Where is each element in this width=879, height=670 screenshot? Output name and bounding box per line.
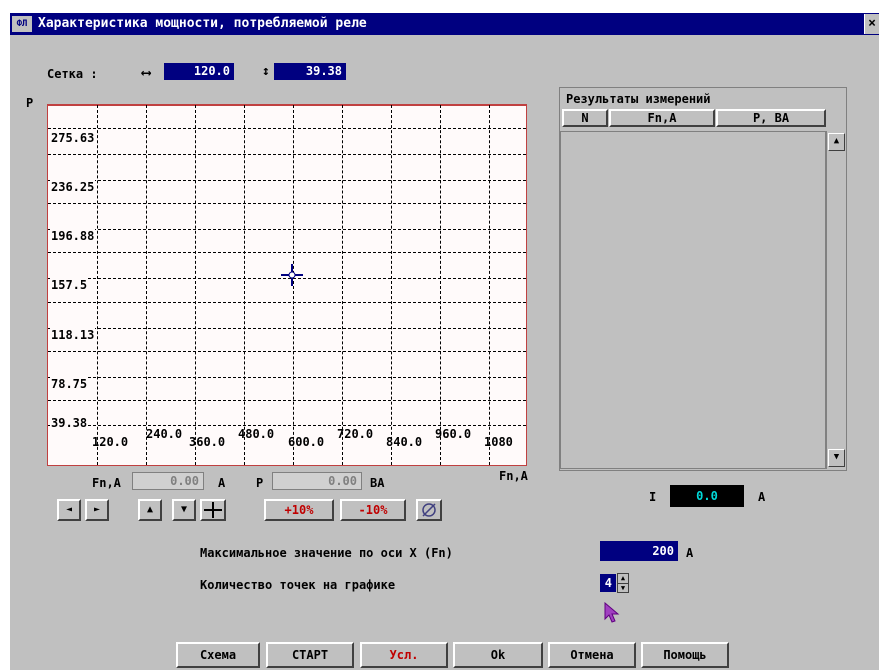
crosshair-cursor-icon [281,264,303,286]
grid-toggle-button[interactable] [200,499,226,521]
zoom-out-10-button[interactable]: -10% [340,499,406,521]
grid-vline [195,105,196,465]
p-readout-value: 0.00 [272,472,362,490]
ok-button[interactable]: Ok [453,642,543,668]
fn-readout-value: 0.00 [132,472,204,490]
x-tick-label: 360.0 [189,435,226,449]
x-tick-label: 120.0 [92,435,129,449]
x-axis-name: Fn,A [499,469,528,483]
current-value: 0.0 [670,485,744,507]
grid-vline [489,105,490,465]
grid-hline [48,128,526,129]
cancel-button[interactable]: Отмена [548,642,636,668]
zoom-out-label: -10% [358,503,388,517]
x-tick-label: 720.0 [337,427,374,441]
grid-hline [48,400,526,401]
spinner-up-icon[interactable]: ▲ [618,574,628,584]
grid-hline [48,377,526,378]
fn-readout-unit: A [218,476,226,490]
y-tick-label: 118.13 [50,328,96,342]
grid-label: Сетка : [47,67,98,81]
scroll-up-arrow-icon[interactable]: ▲ [828,133,845,151]
results-title: Результаты измерений [566,92,711,106]
x-tick-label: 960.0 [435,427,472,441]
fn-readout-label: Fn,A [92,476,121,490]
grid-vline [244,105,245,465]
app-icon: ФЛ [12,16,32,32]
max-x-input[interactable]: 200 [600,541,678,561]
grid-vline [97,105,98,465]
scroll-down-arrow-icon[interactable]: ▼ [828,449,845,467]
spinner-down-icon[interactable]: ▼ [618,584,628,593]
y-tick-label: 39.38 [50,416,89,430]
column-header-p: P, BA [716,109,826,127]
plot-area[interactable]: 275.63 236.25 196.88 157.5 118.13 78.75 … [47,104,527,466]
main-window: Сетка : ⟷ 120.0 ↕ 39.38 P 275.63 236.25 … [10,35,879,670]
grid-y-step-input[interactable]: 39.38 [274,63,346,80]
x-tick-label: 1080 [484,435,513,449]
current-unit: A [758,490,766,504]
move-down-button[interactable]: ▼ [172,499,196,521]
p-readout-unit: BA [370,476,385,490]
conditions-button[interactable]: Усл. [360,642,448,668]
horizontal-arrows-icon: ⟷ [142,65,151,81]
grid-vline [391,105,392,465]
current-label: I [649,490,657,504]
y-tick-label: 196.88 [50,229,96,243]
p-readout-label: P [256,476,264,490]
window-title: Характеристика мощности, потребляемой ре… [38,16,367,31]
start-button[interactable]: СТАРТ [266,642,354,668]
top-axis-line [48,105,526,106]
title-bar: ФЛ Характеристика мощности, потребляемой… [10,13,879,35]
grid-hline [48,180,526,181]
results-scrollbar[interactable]: ▲ ▼ [826,131,845,469]
grid-hline [48,328,526,329]
reset-zoom-button[interactable] [416,499,442,521]
mouse-pointer-icon [604,602,620,623]
zoom-in-label: +10% [284,503,314,517]
y-axis-name: P [26,96,34,110]
grid-hline [48,154,526,155]
move-left-button[interactable]: ◄ [57,499,81,521]
grid-hline [48,252,526,253]
grid-hline [48,351,526,352]
close-button[interactable]: × [864,14,879,34]
grid-hline [48,425,526,426]
points-label: Количество точек на графике [200,578,396,592]
move-right-button[interactable]: ► [85,499,109,521]
grid-x-step-input[interactable]: 120.0 [164,63,234,80]
scheme-button[interactable]: Схема [176,642,260,668]
y-tick-label: 236.25 [50,180,96,194]
grid-vline [146,105,147,465]
grid-vline [440,105,441,465]
y-tick-label: 78.75 [50,377,89,391]
x-tick-label: 240.0 [146,427,183,441]
help-button[interactable]: Помощь [641,642,729,668]
x-tick-label: 840.0 [386,435,423,449]
grid-hline [48,203,526,204]
x-tick-label: 600.0 [288,435,325,449]
grid-vline [342,105,343,465]
zoom-in-10-button[interactable]: +10% [264,499,334,521]
column-header-fn: Fn,A [609,109,715,127]
max-x-label: Максимальное значение по оси X (Fn) [200,546,453,560]
column-header-n: N [562,109,608,127]
points-input[interactable]: 4 [600,574,616,592]
vertical-arrows-icon: ↕ [262,64,270,79]
max-x-unit: A [686,546,694,560]
grid-cross-icon [204,502,222,518]
points-spinner[interactable]: ▲ ▼ [617,573,629,593]
move-up-button[interactable]: ▲ [138,499,162,521]
y-tick-label: 275.63 [50,131,96,145]
grid-hline [48,229,526,230]
grid-hline [48,302,526,303]
results-list[interactable] [560,131,826,469]
y-tick-label: 157.5 [50,278,89,292]
zoom-reset-icon [422,503,436,517]
x-tick-label: 480.0 [238,427,275,441]
